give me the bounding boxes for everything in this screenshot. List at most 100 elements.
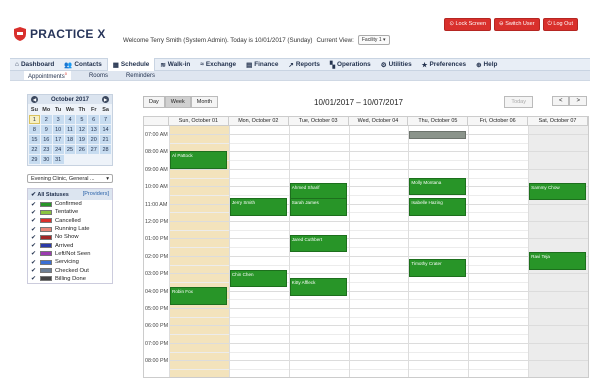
- appointment-block[interactable]: Isabelle Hazing: [409, 198, 467, 216]
- calendar-day[interactable]: 16: [40, 135, 52, 144]
- appointment-block[interactable]: [409, 130, 467, 140]
- status-item[interactable]: ✔ Cancelled: [28, 217, 112, 225]
- providers-link[interactable]: [Providers]: [83, 191, 109, 198]
- calendar-day[interactable]: 11: [64, 125, 76, 134]
- calendar-day[interactable]: 13: [88, 125, 100, 134]
- calendar-day[interactable]: 5: [76, 115, 88, 124]
- appointment-block[interactable]: Molly Montana: [409, 177, 467, 195]
- calendar-day[interactable]: 22: [29, 145, 40, 154]
- empty-cell: [100, 155, 111, 164]
- status-item[interactable]: ✔ Billing Done: [28, 275, 112, 283]
- calendar-day[interactable]: 21: [100, 135, 111, 144]
- calendar-day[interactable]: 1: [29, 115, 40, 124]
- calendar-day[interactable]: 25: [64, 145, 76, 154]
- next-month-icon[interactable]: ▶: [102, 96, 109, 103]
- calendar-day[interactable]: 19: [76, 135, 88, 144]
- calendar-day[interactable]: 3: [52, 115, 64, 124]
- tab-reminders[interactable]: Reminders: [126, 73, 155, 79]
- brand-logo[interactable]: PRACTICE X: [14, 27, 106, 41]
- calendar-day[interactable]: 8: [29, 125, 40, 134]
- calendar-day[interactable]: 12: [76, 125, 88, 134]
- calendar-day[interactable]: 24: [52, 145, 64, 154]
- nav-finance[interactable]: ▤ Finance: [241, 58, 283, 71]
- status-swatch: [40, 209, 52, 215]
- calendar-day[interactable]: 9: [40, 125, 52, 134]
- nav-operations[interactable]: ▚ Operations: [325, 58, 376, 71]
- appointment-block[interactable]: Al Pattock: [170, 151, 227, 169]
- status-swatch: [40, 251, 52, 257]
- half-hour-line: [169, 299, 588, 301]
- status-item[interactable]: ✔ Tentative: [28, 208, 112, 216]
- all-statuses-toggle[interactable]: ✔ All Statuses: [31, 191, 69, 198]
- day-column[interactable]: [408, 126, 469, 377]
- month-view-button[interactable]: Month: [190, 96, 219, 108]
- calendar-day[interactable]: 27: [88, 145, 100, 154]
- calendar-day[interactable]: 6: [88, 115, 100, 124]
- lock-screen-button[interactable]: ⊙ Lock Screen: [444, 18, 492, 31]
- day-column[interactable]: [348, 126, 409, 377]
- prev-week-button[interactable]: <: [551, 96, 570, 106]
- nav-utilities[interactable]: ⚙ Utilities: [376, 58, 417, 71]
- prev-month-icon[interactable]: ◀: [31, 96, 38, 103]
- tab-rooms[interactable]: Rooms: [89, 73, 108, 79]
- calendar-day[interactable]: 29: [29, 155, 40, 164]
- appointment-block[interactable]: Timothy Crater: [409, 259, 467, 277]
- status-item[interactable]: ✔ Arrived: [28, 241, 112, 250]
- day-column[interactable]: [468, 126, 529, 377]
- next-week-button[interactable]: >: [569, 96, 587, 106]
- clinic-select[interactable]: Evening Clinic, General ... ▾: [27, 174, 113, 183]
- appointment-block[interactable]: Ravi Teja: [529, 252, 586, 270]
- appointment-block[interactable]: Jared Cuthbert: [289, 234, 347, 253]
- calendar-day[interactable]: 23: [40, 145, 52, 154]
- nav-schedule[interactable]: ▦ Schedule: [106, 58, 156, 71]
- calendar-day[interactable]: 2: [40, 115, 52, 124]
- nav-exchange[interactable]: ≈ Exchange: [195, 58, 241, 71]
- status-item[interactable]: ✔ No Show: [28, 233, 112, 241]
- calendar-day[interactable]: 28: [100, 145, 111, 154]
- nav-dashboard[interactable]: ⌂ Dashboard: [10, 58, 59, 71]
- status-item[interactable]: ✔ Running Late: [28, 225, 112, 233]
- appointment-block[interactable]: Chin Chen: [229, 269, 287, 288]
- half-hour-line: [169, 334, 588, 336]
- time-label: 08:00 AM: [145, 149, 168, 156]
- status-item[interactable]: ✔ Checked Out: [28, 266, 112, 275]
- facility-select[interactable]: Facility 1 ▾: [357, 35, 390, 45]
- calendar-day[interactable]: 7: [100, 115, 111, 124]
- appointment-block[interactable]: Kitty Affleck: [289, 278, 347, 296]
- appointment-block[interactable]: Robin Fox: [170, 287, 227, 305]
- time-label: 08:00 PM: [145, 358, 169, 365]
- calendar-day[interactable]: 17: [52, 135, 64, 144]
- time-label: 04:00 PM: [145, 288, 169, 295]
- day-column[interactable]: [228, 126, 289, 377]
- log-out-button[interactable]: ⏻ Log Out: [542, 18, 578, 31]
- tab-appointments[interactable]: Appointments0: [24, 71, 71, 80]
- half-hour-line: [169, 264, 588, 266]
- appointment-block[interactable]: Jerry Smith: [229, 198, 287, 216]
- status-item[interactable]: ✔ Left/Not Seen: [28, 250, 112, 258]
- calendar-day[interactable]: 31: [52, 155, 64, 164]
- calendar-day[interactable]: 20: [88, 135, 100, 144]
- status-item[interactable]: ✔ Servicing: [28, 258, 112, 266]
- calendar-day[interactable]: 30: [40, 155, 52, 164]
- day-view-button[interactable]: Day: [143, 96, 165, 108]
- appointment-block[interactable]: Sammy Chow: [529, 182, 586, 201]
- calendar-day[interactable]: 10: [52, 125, 64, 134]
- calendar-day[interactable]: 15: [29, 135, 40, 144]
- week-view-button[interactable]: Week: [164, 96, 191, 108]
- lock-screen-label: Lock Screen: [455, 21, 487, 27]
- switch-user-button[interactable]: ⊖ Switch User: [494, 18, 540, 31]
- hour-line: [169, 308, 588, 309]
- nav-walk-in[interactable]: ≋ Walk-in: [155, 58, 195, 71]
- nav-preferences[interactable]: ★ Preferences: [417, 58, 471, 71]
- calendar-day[interactable]: 4: [64, 115, 76, 124]
- appointment-block[interactable]: Sarah James: [289, 198, 347, 216]
- status-item[interactable]: ✔ Confirmed: [28, 200, 112, 208]
- calendar-day[interactable]: 14: [100, 125, 111, 134]
- calendar-day[interactable]: 26: [76, 145, 88, 154]
- nav-contacts[interactable]: 👥 Contacts: [59, 58, 106, 71]
- nav-help[interactable]: ⊕ Help: [471, 58, 502, 71]
- today-button[interactable]: Today: [504, 96, 533, 108]
- calendar-day[interactable]: 18: [64, 135, 76, 144]
- time-label: 01:00 PM: [145, 236, 169, 243]
- nav-reports[interactable]: ↗ Reports: [283, 58, 325, 71]
